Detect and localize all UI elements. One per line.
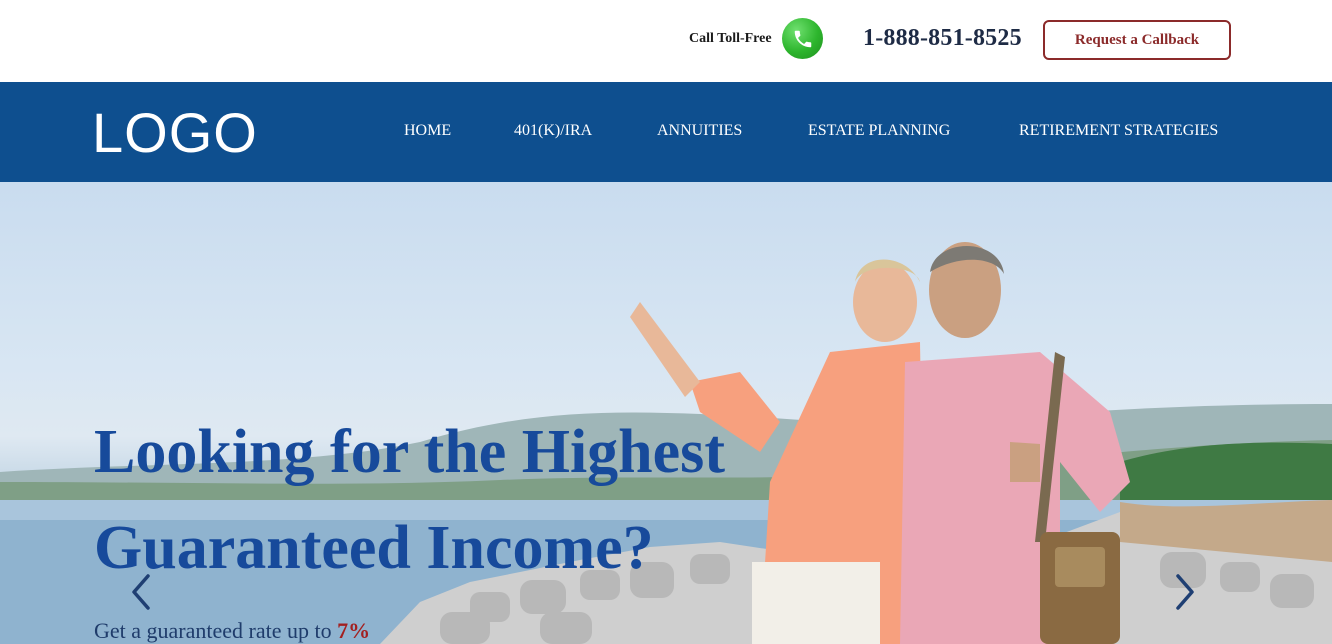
hero-rate: 7% xyxy=(337,618,371,643)
nav-item-annuities[interactable]: ANNUITIES xyxy=(657,122,742,140)
nav-item-home[interactable]: HOME xyxy=(404,122,451,140)
nav-item-estate-planning[interactable]: ESTATE PLANNING xyxy=(808,122,950,140)
hero-headline: Looking for the Highest Guaranteed Incom… xyxy=(94,404,794,596)
request-callback-button[interactable]: Request a Callback xyxy=(1043,20,1231,60)
phone-icon[interactable] xyxy=(782,18,823,59)
hero-headline-line1: Looking for the Highest xyxy=(94,418,725,486)
chevron-right-icon[interactable] xyxy=(1174,572,1198,612)
hero-slider: Looking for the Highest Guaranteed Incom… xyxy=(0,182,1332,644)
phone-number[interactable]: 1-888-851-8525 xyxy=(863,25,1022,52)
call-toll-free-label: Call Toll-Free xyxy=(689,31,772,46)
logo[interactable]: LOGO xyxy=(92,100,258,165)
chevron-left-icon[interactable] xyxy=(128,572,152,612)
hero-subtext-label: Get a guaranteed rate up to xyxy=(94,618,338,643)
nav-item-401k-ira[interactable]: 401(K)/IRA xyxy=(514,122,592,140)
hero-subtext: Get a guaranteed rate up to 7% xyxy=(94,618,370,644)
nav-item-retirement-strategies[interactable]: RETIREMENT STRATEGIES xyxy=(1019,122,1218,140)
hero-headline-line2: Guaranteed Income? xyxy=(94,514,654,582)
main-navbar: LOGO HOME 401(K)/IRA ANNUITIES ESTATE PL… xyxy=(0,82,1332,182)
top-bar: Call Toll-Free 1-888-851-8525 Request a … xyxy=(0,0,1332,82)
